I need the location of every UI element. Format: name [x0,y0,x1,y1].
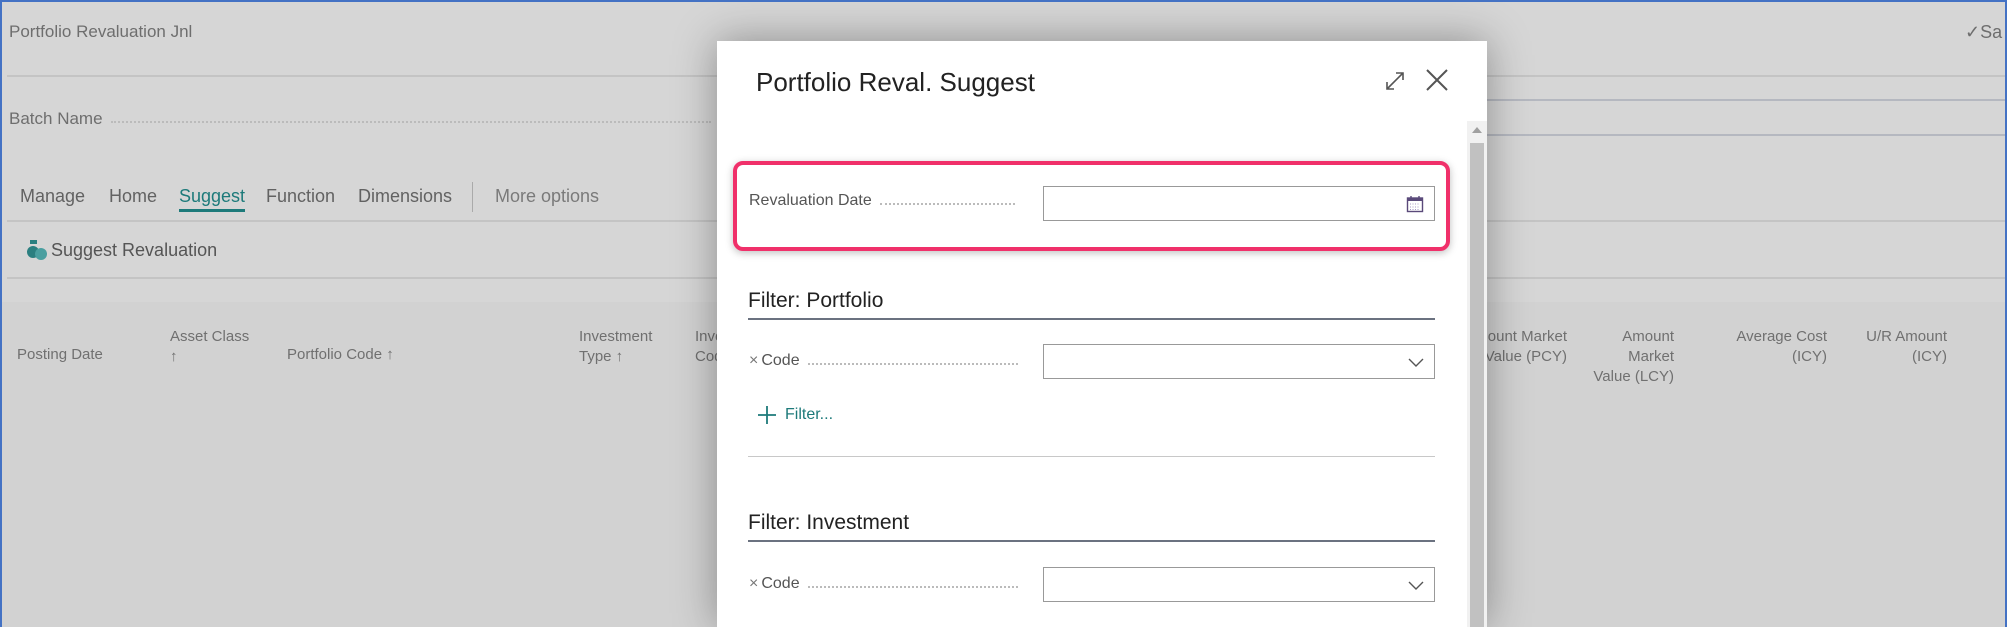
batch-name-field[interactable]: Batch Name [9,109,711,129]
save-status-text: Sa [1980,22,2003,42]
close-icon[interactable] [1424,67,1450,93]
tab-suggest[interactable]: Suggest [179,186,246,212]
investment-code-input[interactable] [1043,567,1435,602]
label-text: Revaluation Date [749,192,872,209]
save-status: ✓Sa [1965,22,2002,43]
column-label: Investment [579,328,653,345]
column-label: Average Cost [1736,328,1827,345]
batch-name-input-bottom [1487,134,2007,136]
scrollbar-thumb[interactable] [1470,143,1484,627]
column-label: Amount Market [1622,328,1674,365]
filter-investment-heading: Filter: Investment [748,511,1435,542]
check-icon: ✓ [1965,22,1981,42]
tab-manage[interactable]: Manage [20,186,85,207]
investment-code-label: × Code [749,575,1018,593]
column-label-2: (ICY) [1792,348,1827,365]
tab-separator [472,182,473,212]
sort-arrow-icon: ↑ [170,348,178,365]
dots [879,203,1015,205]
column-asset-class[interactable]: Asset Class ↑ [170,327,249,367]
column-average-cost-icy[interactable]: Average Cost (ICY) [1727,327,1827,367]
revaluation-date-label: Revaluation Date [749,192,1015,210]
column-label: U/R Amount [1866,328,1947,345]
revaluation-date-input[interactable] [1043,186,1435,221]
column-portfolio-code[interactable]: Portfolio Code ↑ [287,345,394,365]
batch-name-input-top [1487,99,2007,101]
dialog-scrollbar[interactable] [1467,121,1487,627]
chevron-down-icon[interactable] [1408,579,1424,591]
column-posting-date[interactable]: Posting Date [17,345,103,365]
suggest-revaluation-button[interactable]: Suggest Revaluation [26,239,217,261]
column-label-2: (ICY) [1912,348,1947,365]
expand-icon[interactable] [1383,69,1407,93]
portfolio-code-input[interactable] [1043,344,1435,379]
filter-portfolio-heading: Filter: Portfolio [748,289,1435,320]
tab-function[interactable]: Function [266,186,335,207]
column-label: Asset Class [170,328,250,345]
dots [807,363,1018,365]
tab-more-options[interactable]: More options [495,186,599,207]
scroll-up-icon[interactable] [1472,127,1482,133]
batch-name-label: Batch Name [9,109,103,128]
dots [110,121,711,123]
dots [807,586,1018,588]
column-label-2: Value (LCY) [1593,368,1674,385]
column-label: Posting Date [17,346,103,363]
plus-icon [758,406,776,424]
tab-home[interactable]: Home [109,186,157,207]
label-text: Code [761,352,800,369]
portfolio-code-label: × Code [749,352,1018,370]
column-ur-amount-icy[interactable]: U/R Amount (ICY) [1847,327,1947,367]
column-investment-type[interactable]: Investment Type ↑ [579,327,652,367]
label-text: Code [761,575,800,592]
suggest-revaluation-icon [27,240,47,260]
section-divider [748,456,1435,457]
column-amount-market-value-lcy[interactable]: Amount Market Value (LCY) [1574,327,1674,387]
dialog-title: Portfolio Reval. Suggest [756,67,1035,97]
calendar-icon[interactable] [1406,195,1424,213]
tab-dimensions[interactable]: Dimensions [358,186,452,207]
add-filter-label: Filter... [785,406,834,423]
chevron-down-icon[interactable] [1408,356,1424,368]
column-label-2: Type ↑ [579,348,624,365]
add-filter-button[interactable]: Filter... [757,405,833,425]
suggest-revaluation-label: Suggest Revaluation [51,239,218,260]
remove-filter-icon[interactable]: × [749,352,758,370]
remove-filter-icon[interactable]: × [749,575,758,593]
column-label: Portfolio Code ↑ [287,346,394,363]
page-title: Portfolio Revaluation Jnl [9,22,193,41]
portfolio-reval-suggest-dialog: Portfolio Reval. Suggest Revaluation Dat… [717,41,1487,627]
